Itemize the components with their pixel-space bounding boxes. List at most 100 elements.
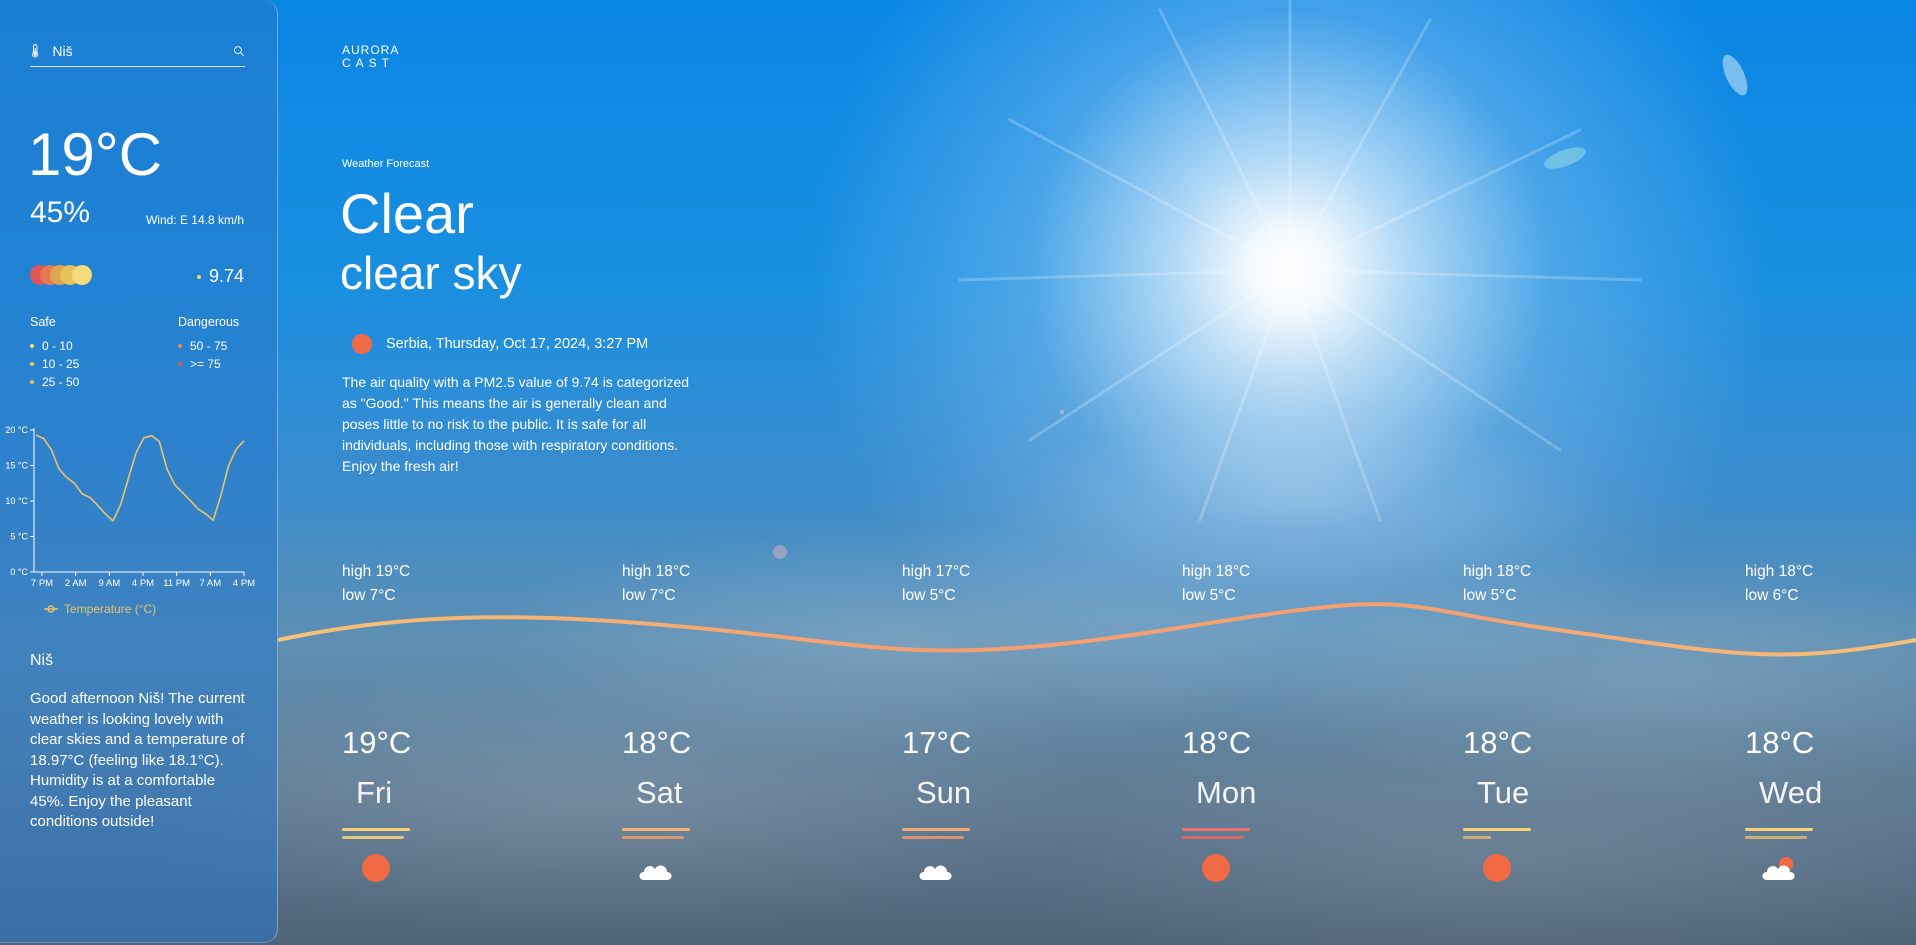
sun-icon (352, 334, 372, 354)
current-humidity: 45% (30, 196, 91, 229)
sidebar-summary: Good afternoon Niš! The current weather … (30, 690, 245, 830)
search-bar (30, 36, 245, 67)
current-temperature: 19°C (28, 121, 163, 188)
aqi-value: 9.74 (196, 266, 244, 287)
forecast-low: low 5°C (1463, 587, 1517, 604)
chart-x-tick-label: 4 PM (132, 578, 154, 589)
forecast-low: low 7°C (622, 587, 676, 604)
legend-bullet (178, 344, 182, 348)
location-datetime-text: Serbia, Thursday, Oct 17, 2024, 3:27 PM (386, 336, 649, 352)
forecast-bar-low (1463, 836, 1491, 839)
condition-title: Clear (340, 182, 474, 245)
forecast-high: high 18°C (622, 563, 691, 580)
forecast-temperature: 17°C (902, 725, 972, 760)
forecast-bar-high (902, 828, 970, 831)
forecast-day: Sat (636, 775, 683, 810)
chart-series-line (35, 434, 245, 522)
legend-item-label: 25 - 50 (42, 375, 80, 389)
forecast-low: low 5°C (902, 587, 956, 604)
location-datetime: Serbia, Thursday, Oct 17, 2024, 3:27 PM (352, 334, 648, 354)
temperature-chart: 0 °C 5 °C 10 °C 15 °C 20 °C 7 PM 2 AM 9 AM 4 PM 1… (5, 425, 255, 589)
aqi-legend-dangerous: Dangerous 50 - 75 >= 75 (178, 315, 239, 375)
forecast-high: high 18°C (1463, 563, 1532, 580)
condition-detail: clear sky (340, 247, 522, 299)
chart-y-tick-label: 10 °C (5, 496, 28, 506)
aqi-dot (72, 265, 92, 285)
chart-x-tick-label: 11 PM (163, 578, 190, 589)
forecast-high-low: high 18°C low 6°C (1745, 560, 1813, 608)
thermometer-icon (32, 44, 39, 58)
forecast-high-low: high 18°C low 7°C (622, 560, 690, 608)
forecast-high: high 18°C (1182, 563, 1251, 580)
forecast-day: Tue (1477, 775, 1530, 810)
forecast-temperature: 18°C (1463, 725, 1533, 760)
legend-item-label: 0 - 10 (42, 339, 73, 353)
legend-item-label: 50 - 75 (190, 339, 228, 353)
chart-x-tick-label: 2 AM (65, 578, 87, 589)
forecast-low: low 6°C (1745, 587, 1799, 604)
sun-icon (1202, 854, 1230, 882)
section-label: Weather Forecast (342, 158, 430, 170)
forecast-high: high 19°C (342, 563, 411, 580)
forecast-day: Fri (356, 775, 393, 810)
forecast-day: Sun (916, 775, 972, 810)
legend-item-label: 10 - 25 (42, 357, 80, 371)
forecast-bar-low (342, 836, 404, 839)
chart-y-tick-label: 0 °C (10, 567, 28, 577)
forecast-day: Wed (1759, 775, 1823, 810)
forecast-bar-high (1745, 828, 1813, 831)
chart-y-tick-label: 15 °C (5, 461, 28, 471)
forecast-bar-low (1182, 836, 1244, 839)
forecast-bar-high (342, 828, 410, 831)
legend-bullet (178, 362, 182, 366)
search-icon[interactable] (233, 41, 245, 61)
sun-icon (1483, 854, 1511, 882)
legend-item: 50 - 75 (178, 339, 239, 353)
sidebar-panel: 19°C 45% Wind: E 14.8 km/h 9.74 Safe 0 -… (0, 0, 278, 943)
forecast-bar-low (902, 836, 964, 839)
forecast-high-low: high 18°C low 5°C (1182, 560, 1250, 608)
search-input[interactable] (52, 43, 234, 59)
forecast-temperature: 18°C (1182, 725, 1252, 760)
forecast-low: low 5°C (1182, 587, 1236, 604)
chart-x-tick-label: 4 PM (233, 578, 255, 589)
forecast-high-low: high 19°C low 7°C (342, 560, 410, 608)
forecast-bar-high (622, 828, 690, 831)
aqi-value-text: 9.74 (208, 266, 244, 286)
legend-item: >= 75 (178, 357, 239, 371)
forecast-high: high 17°C (902, 563, 971, 580)
forecast-high-low: high 18°C low 5°C (1463, 560, 1531, 608)
legend-item-label: >= 75 (190, 357, 221, 371)
forecast-bar-low (622, 836, 684, 839)
forecast-bar-high (1463, 828, 1531, 831)
forecast-high-low: high 17°C low 5°C (902, 560, 970, 608)
forecast-high: high 18°C (1745, 563, 1814, 580)
aqi-dots (30, 265, 110, 285)
forecast-bar-high (1182, 828, 1250, 831)
chart-y-tick-label: 5 °C (10, 532, 28, 542)
current-wind: Wind: E 14.8 km/h (145, 213, 244, 227)
legend-bullet (30, 380, 34, 384)
cloud-icon (919, 865, 952, 880)
legend-safe-heading: Safe (30, 315, 56, 329)
chart-x-tick-label: 7 AM (200, 578, 222, 589)
logo-line-2: CAST (342, 56, 395, 70)
legend-item: 25 - 50 (30, 375, 79, 389)
chart-legend: Temperature (°C) (44, 602, 156, 616)
legend-bullet (30, 362, 34, 366)
temperature-wave (278, 602, 1916, 657)
app-logo[interactable]: AURORA CAST (342, 44, 399, 70)
forecast-day: Mon (1196, 775, 1257, 810)
forecast-temperature: 19°C (342, 725, 412, 760)
aqi-legend-safe: Safe 0 - 10 10 - 25 25 - 50 (30, 315, 79, 393)
legend-line-marker-icon (44, 605, 58, 613)
legend-item: 0 - 10 (30, 339, 79, 353)
legend-bullet (30, 344, 34, 348)
legend-danger-heading: Dangerous (178, 315, 240, 329)
cloud-sun-icon (1762, 857, 1795, 880)
chart-y-tick-label: 20 °C (5, 425, 28, 435)
forecast-temperature: 18°C (1745, 725, 1815, 760)
chart-x-tick-label: 7 PM (31, 578, 53, 589)
sun-icon (362, 854, 390, 882)
forecast-low: low 7°C (342, 587, 396, 604)
